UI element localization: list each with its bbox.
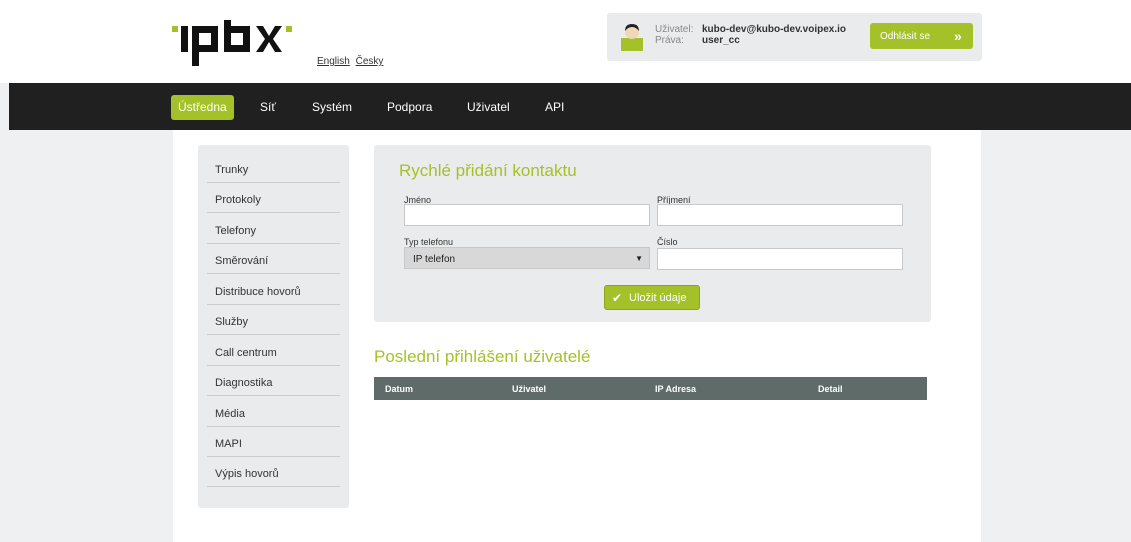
sidebar-item-label: Směrování <box>215 255 269 267</box>
sidebar-item-call-centrum[interactable]: Call centrum <box>207 336 340 366</box>
sidebar-item-smerovani[interactable]: Směrování <box>207 244 340 274</box>
sidebar-item-label: Call centrum <box>215 347 277 359</box>
sidebar-item-distribuce-hovoru[interactable]: Distribuce hovorů <box>207 275 340 305</box>
sidebar-item-mapi[interactable]: MAPI <box>207 427 340 457</box>
sidebar-item-telefony[interactable]: Telefony <box>207 214 340 244</box>
phone-type-value: IP telefon <box>413 254 456 265</box>
save-button[interactable]: ✔ Uložit údaje <box>604 285 700 310</box>
rights-value: user_cc <box>702 35 740 46</box>
sidebar-item-trunky[interactable]: Trunky <box>207 153 340 183</box>
last-name-input[interactable] <box>657 204 903 226</box>
nav-item-podpora[interactable]: Podpora <box>387 95 432 120</box>
column-header-ip-adresa[interactable]: IP Adresa <box>655 384 696 394</box>
nav-item-ustredna[interactable]: Ústředna <box>171 95 234 120</box>
nav-item-sit[interactable]: Síť <box>260 95 276 120</box>
sidebar-item-label: Distribuce hovorů <box>215 286 301 298</box>
logout-button[interactable]: Odhlásit se » <box>870 23 973 49</box>
quick-add-contact-form: Rychlé přidání kontaktu Jméno Příjmení T… <box>374 145 931 322</box>
nav-item-uzivatel[interactable]: Uživatel <box>467 95 510 120</box>
sidebar-item-label: Telefony <box>215 225 256 237</box>
last-logins-title: Poslední přihlášení uživatelé <box>374 347 591 366</box>
first-name-input[interactable] <box>404 204 650 226</box>
column-header-datum[interactable]: Datum <box>385 384 413 394</box>
logout-label: Odhlásit se <box>880 31 931 42</box>
lang-czech-link[interactable]: Česky <box>356 56 384 67</box>
number-input[interactable] <box>657 248 903 270</box>
double-chevron-right-icon: » <box>954 28 962 44</box>
sidebar-item-media[interactable]: Média <box>207 397 340 427</box>
column-header-detail[interactable]: Detail <box>818 384 843 394</box>
nav-item-system[interactable]: Systém <box>312 95 352 120</box>
nav-item-api[interactable]: API <box>545 95 564 120</box>
rights-label: Práva: <box>655 35 684 46</box>
lang-english-link[interactable]: English <box>317 56 350 67</box>
caret-down-icon: ▼ <box>635 254 643 263</box>
number-label: Číslo <box>657 237 678 247</box>
phone-type-label: Typ telefonu <box>404 237 454 247</box>
sidebar-item-label: Protokoly <box>215 194 261 206</box>
form-title: Rychlé přidání kontaktu <box>399 161 577 180</box>
sidebar-item-sluzby[interactable]: Služby <box>207 305 340 335</box>
sidebar-item-label: Výpis hovorů <box>215 468 279 480</box>
sidebar-item-vypis-hovoru[interactable]: Výpis hovorů <box>207 457 340 487</box>
sidebar-item-label: Služby <box>215 316 249 328</box>
user-info-box: Uživatel: Práva: kubo-dev@kubo-dev.voipe… <box>607 13 982 61</box>
main-navbar: Ústředna Síť Systém Podpora Uživatel API <box>9 83 1131 130</box>
sidebar-item-diagnostika[interactable]: Diagnostika <box>207 366 340 396</box>
save-button-label: Uložit údaje <box>629 292 687 304</box>
user-label: Uživatel: <box>655 24 694 35</box>
checkmark-icon: ✔ <box>612 291 623 305</box>
sidebar-item-protokoly[interactable]: Protokoly <box>207 183 340 213</box>
last-logins-table-header: Datum Uživatel IP Adresa Detail <box>374 377 927 400</box>
sidebar-item-label: MAPI <box>215 438 242 450</box>
sidebar: Trunky Protokoly Telefony Směrování Dist… <box>198 145 349 508</box>
sidebar-item-label: Trunky <box>215 164 249 176</box>
header: English Česky Uživatel: Práva: kubo-dev@… <box>0 0 1131 83</box>
column-header-uzivatel[interactable]: Uživatel <box>512 384 546 394</box>
user-value: kubo-dev@kubo-dev.voipex.io <box>702 24 847 35</box>
sidebar-item-label: Diagnostika <box>215 377 273 389</box>
phone-type-select[interactable]: IP telefon ▼ <box>404 247 650 269</box>
ipbx-logo <box>172 20 292 66</box>
language-switcher: English Česky <box>317 56 386 67</box>
sidebar-item-label: Média <box>215 408 245 420</box>
user-avatar-icon <box>621 24 643 51</box>
